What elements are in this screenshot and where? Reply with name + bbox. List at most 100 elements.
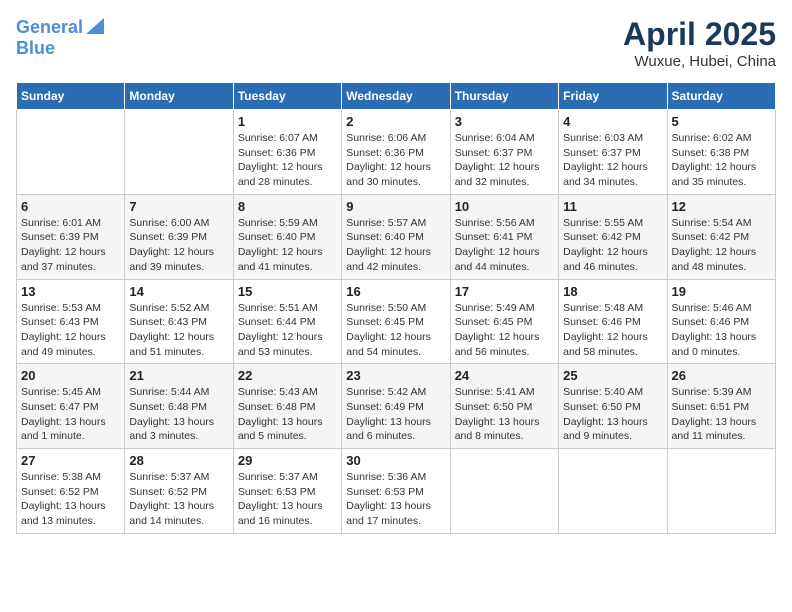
location-text: Wuxue, Hubei, China — [623, 53, 776, 70]
calendar-cell: 2 Sunrise: 6:06 AMSunset: 6:36 PMDaylight… — [342, 110, 450, 195]
day-number: 15 — [238, 284, 337, 299]
day-info: Sunrise: 5:44 AMSunset: 6:48 PMDaylight:… — [129, 385, 228, 444]
calendar-cell — [450, 449, 558, 534]
calendar-cell: 16 Sunrise: 5:50 AMSunset: 6:45 PMDayligh… — [342, 279, 450, 364]
day-number: 21 — [129, 368, 228, 383]
day-info: Sunrise: 5:37 AMSunset: 6:53 PMDaylight:… — [238, 470, 337, 529]
calendar-cell: 24Sunrise: 5:41 AMSunset: 6:50 PMDayligh… — [450, 364, 558, 449]
logo-text: General — [16, 18, 83, 38]
logo-blue-text: Blue — [16, 39, 55, 59]
calendar-cell: 25Sunrise: 5:40 AMSunset: 6:50 PMDayligh… — [559, 364, 667, 449]
day-info: Sunrise: 5:50 AMSunset: 6:45 PMDaylight:… — [346, 301, 445, 360]
day-number: 28 — [129, 453, 228, 468]
week-row-5: 27Sunrise: 5:38 AMSunset: 6:52 PMDayligh… — [17, 449, 776, 534]
calendar-cell: 4 Sunrise: 6:03 AMSunset: 6:37 PMDaylight… — [559, 110, 667, 195]
day-info: Sunrise: 6:04 AMSunset: 6:37 PMDaylight:… — [455, 131, 554, 190]
day-number: 20 — [21, 368, 120, 383]
day-info: Sunrise: 5:49 AMSunset: 6:45 PMDaylight:… — [455, 301, 554, 360]
calendar-cell — [125, 110, 233, 195]
day-number: 6 — [21, 199, 120, 214]
weekday-header-thursday: Thursday — [450, 83, 558, 110]
logo-bird-icon — [86, 18, 104, 34]
day-info: Sunrise: 5:52 AMSunset: 6:43 PMDaylight:… — [129, 301, 228, 360]
day-number: 17 — [455, 284, 554, 299]
calendar-cell: 14 Sunrise: 5:52 AMSunset: 6:43 PMDayligh… — [125, 279, 233, 364]
day-info: Sunrise: 6:01 AMSunset: 6:39 PMDaylight:… — [21, 216, 120, 275]
day-number: 22 — [238, 368, 337, 383]
calendar-cell: 1Sunrise: 6:07 AMSunset: 6:36 PMDaylight… — [233, 110, 341, 195]
day-info: Sunrise: 6:02 AMSunset: 6:38 PMDaylight:… — [672, 131, 771, 190]
day-number: 9 — [346, 199, 445, 214]
day-number: 26 — [672, 368, 771, 383]
day-number: 5 — [672, 114, 771, 129]
day-number: 12 — [672, 199, 771, 214]
calendar-cell: 5 Sunrise: 6:02 AMSunset: 6:38 PMDaylight… — [667, 110, 775, 195]
weekday-header-monday: Monday — [125, 83, 233, 110]
day-number: 8 — [238, 199, 337, 214]
title-block: April 2025 Wuxue, Hubei, China — [623, 16, 776, 70]
weekday-header-tuesday: Tuesday — [233, 83, 341, 110]
week-row-2: 6 Sunrise: 6:01 AMSunset: 6:39 PMDaylight… — [17, 194, 776, 279]
day-info: Sunrise: 5:54 AMSunset: 6:42 PMDaylight:… — [672, 216, 771, 275]
week-row-1: 1Sunrise: 6:07 AMSunset: 6:36 PMDaylight… — [17, 110, 776, 195]
calendar-cell: 29 Sunrise: 5:37 AMSunset: 6:53 PMDayligh… — [233, 449, 341, 534]
calendar-cell: 20 Sunrise: 5:45 AMSunset: 6:47 PMDayligh… — [17, 364, 125, 449]
calendar-cell: 18 Sunrise: 5:48 AMSunset: 6:46 PMDayligh… — [559, 279, 667, 364]
day-info: Sunrise: 5:55 AMSunset: 6:42 PMDaylight:… — [563, 216, 662, 275]
month-title: April 2025 — [623, 16, 776, 53]
weekday-header-row: SundayMondayTuesdayWednesdayThursdayFrid… — [17, 83, 776, 110]
day-info: Sunrise: 6:06 AMSunset: 6:36 PMDaylight:… — [346, 131, 445, 190]
calendar-cell: 22 Sunrise: 5:43 AMSunset: 6:48 PMDayligh… — [233, 364, 341, 449]
day-info: Sunrise: 5:57 AMSunset: 6:40 PMDaylight:… — [346, 216, 445, 275]
day-number: 16 — [346, 284, 445, 299]
day-info: Sunrise: 5:42 AMSunset: 6:49 PMDaylight:… — [346, 385, 445, 444]
calendar-cell: 28 Sunrise: 5:37 AMSunset: 6:52 PMDayligh… — [125, 449, 233, 534]
calendar-table: SundayMondayTuesdayWednesdayThursdayFrid… — [16, 82, 776, 534]
day-number: 13 — [21, 284, 120, 299]
logo: General Blue — [16, 16, 104, 59]
day-number: 7 — [129, 199, 228, 214]
calendar-cell: 3 Sunrise: 6:04 AMSunset: 6:37 PMDaylight… — [450, 110, 558, 195]
day-info: Sunrise: 6:03 AMSunset: 6:37 PMDaylight:… — [563, 131, 662, 190]
day-number: 24 — [455, 368, 554, 383]
day-info: Sunrise: 5:37 AMSunset: 6:52 PMDaylight:… — [129, 470, 228, 529]
day-number: 18 — [563, 284, 662, 299]
day-number: 30 — [346, 453, 445, 468]
week-row-3: 13Sunrise: 5:53 AMSunset: 6:43 PMDayligh… — [17, 279, 776, 364]
calendar-cell: 12 Sunrise: 5:54 AMSunset: 6:42 PMDayligh… — [667, 194, 775, 279]
calendar-cell: 13Sunrise: 5:53 AMSunset: 6:43 PMDayligh… — [17, 279, 125, 364]
calendar-cell: 19Sunrise: 5:46 AMSunset: 6:46 PMDayligh… — [667, 279, 775, 364]
calendar-cell: 11Sunrise: 5:55 AMSunset: 6:42 PMDayligh… — [559, 194, 667, 279]
day-info: Sunrise: 5:43 AMSunset: 6:48 PMDaylight:… — [238, 385, 337, 444]
calendar-cell: 8Sunrise: 5:59 AMSunset: 6:40 PMDaylight… — [233, 194, 341, 279]
day-info: Sunrise: 5:36 AMSunset: 6:53 PMDaylight:… — [346, 470, 445, 529]
calendar-cell — [17, 110, 125, 195]
day-info: Sunrise: 6:07 AMSunset: 6:36 PMDaylight:… — [238, 131, 337, 190]
day-number: 29 — [238, 453, 337, 468]
day-info: Sunrise: 5:46 AMSunset: 6:46 PMDaylight:… — [672, 301, 771, 360]
day-info: Sunrise: 5:48 AMSunset: 6:46 PMDaylight:… — [563, 301, 662, 360]
day-number: 25 — [563, 368, 662, 383]
day-info: Sunrise: 5:45 AMSunset: 6:47 PMDaylight:… — [21, 385, 120, 444]
day-number: 4 — [563, 114, 662, 129]
calendar-cell: 10Sunrise: 5:56 AMSunset: 6:41 PMDayligh… — [450, 194, 558, 279]
calendar-cell: 21 Sunrise: 5:44 AMSunset: 6:48 PMDayligh… — [125, 364, 233, 449]
day-info: Sunrise: 5:51 AMSunset: 6:44 PMDaylight:… — [238, 301, 337, 360]
weekday-header-friday: Friday — [559, 83, 667, 110]
weekday-header-wednesday: Wednesday — [342, 83, 450, 110]
day-info: Sunrise: 5:56 AMSunset: 6:41 PMDaylight:… — [455, 216, 554, 275]
day-number: 14 — [129, 284, 228, 299]
page-header: General Blue April 2025 Wuxue, Hubei, Ch… — [16, 16, 776, 70]
day-number: 2 — [346, 114, 445, 129]
week-row-4: 20 Sunrise: 5:45 AMSunset: 6:47 PMDayligh… — [17, 364, 776, 449]
calendar-cell: 27Sunrise: 5:38 AMSunset: 6:52 PMDayligh… — [17, 449, 125, 534]
calendar-cell — [667, 449, 775, 534]
calendar-cell: 7Sunrise: 6:00 AMSunset: 6:39 PMDaylight… — [125, 194, 233, 279]
calendar-cell: 23Sunrise: 5:42 AMSunset: 6:49 PMDayligh… — [342, 364, 450, 449]
weekday-header-saturday: Saturday — [667, 83, 775, 110]
day-number: 3 — [455, 114, 554, 129]
weekday-header-sunday: Sunday — [17, 83, 125, 110]
calendar-cell: 26Sunrise: 5:39 AMSunset: 6:51 PMDayligh… — [667, 364, 775, 449]
calendar-cell: 9 Sunrise: 5:57 AMSunset: 6:40 PMDaylight… — [342, 194, 450, 279]
calendar-cell: 15 Sunrise: 5:51 AMSunset: 6:44 PMDayligh… — [233, 279, 341, 364]
